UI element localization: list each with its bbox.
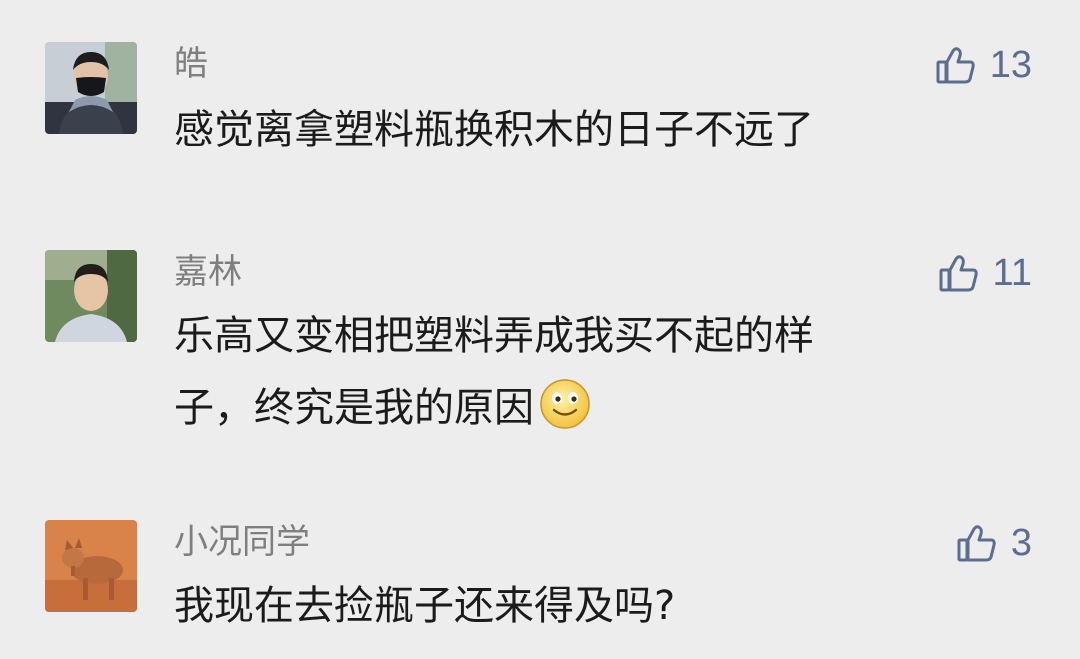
avatar[interactable] bbox=[45, 250, 137, 342]
thumbs-up-icon bbox=[937, 251, 981, 295]
smiley-face-icon bbox=[538, 377, 592, 431]
man-in-mask-photo-icon bbox=[45, 42, 137, 134]
thumbs-up-icon bbox=[955, 521, 999, 565]
thumbs-up-icon bbox=[934, 43, 978, 87]
commenter-name[interactable]: 小况同学 bbox=[174, 522, 310, 562]
avatar[interactable] bbox=[45, 42, 137, 134]
commenter-name[interactable]: 嘉林 bbox=[174, 252, 242, 292]
man-portrait-photo-icon bbox=[45, 250, 137, 342]
comment-text-line: 乐高又变相把塑料弄成我买不起的样 bbox=[174, 313, 814, 359]
avatar[interactable] bbox=[45, 520, 137, 612]
dog-photo-icon bbox=[45, 520, 137, 612]
comment-text: 感觉离拿塑料瓶换积木的日子不远了 bbox=[174, 107, 814, 153]
like-button[interactable]: 13 bbox=[934, 42, 1032, 88]
like-count: 3 bbox=[1010, 521, 1032, 564]
commenter-name[interactable]: 皓 bbox=[174, 44, 208, 84]
comment-text: 我现在去捡瓶子还来得及吗? bbox=[174, 583, 676, 629]
like-count: 11 bbox=[992, 251, 1032, 294]
like-count: 13 bbox=[989, 43, 1032, 86]
like-button[interactable]: 11 bbox=[937, 250, 1032, 296]
like-button[interactable]: 3 bbox=[955, 520, 1032, 566]
comment-text-line: 子，终究是我的原因 bbox=[174, 372, 974, 444]
comment-text: 乐高又变相把塑料弄成我买不起的样 子，终究是我的原因 bbox=[174, 300, 974, 444]
